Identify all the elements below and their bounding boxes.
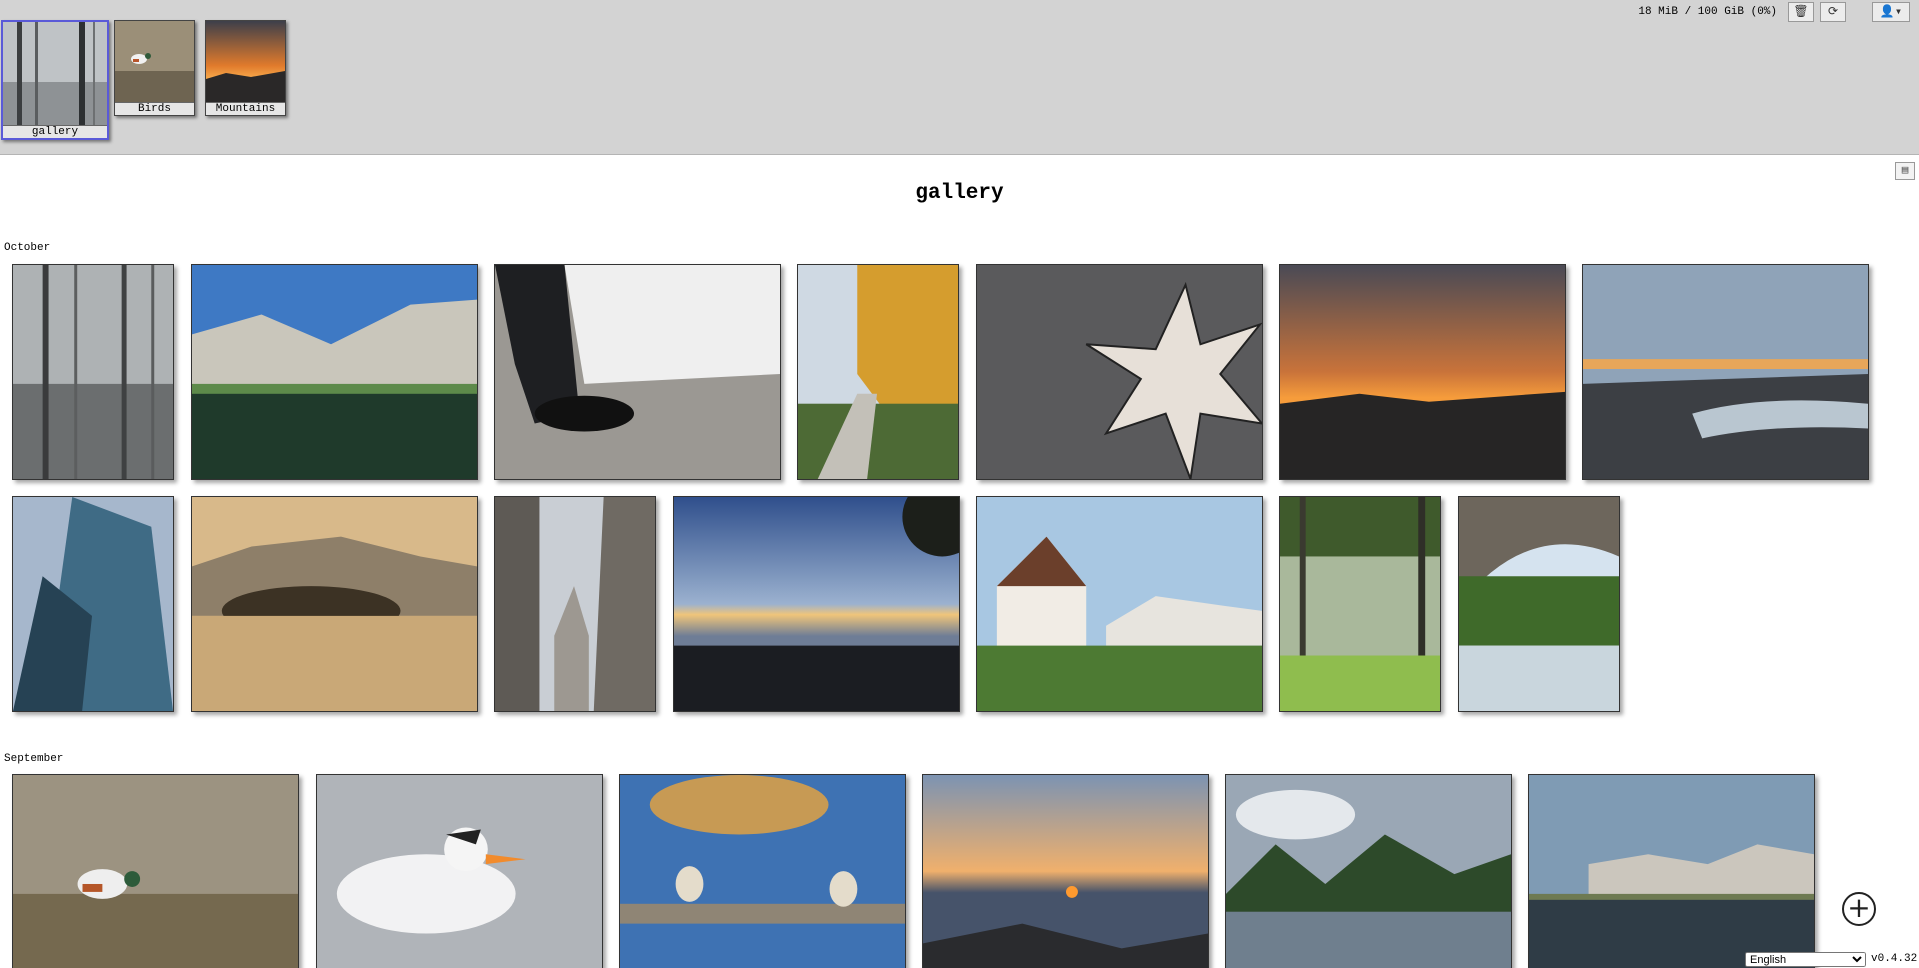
album-label: gallery bbox=[3, 125, 107, 138]
photo-thumbnail[interactable] bbox=[12, 496, 174, 712]
photo-thumbnail[interactable] bbox=[1582, 264, 1869, 480]
add-photo-button[interactable]: + bbox=[1842, 892, 1876, 926]
photo-thumbnail[interactable] bbox=[976, 496, 1263, 712]
photo-image bbox=[977, 497, 1262, 711]
photo-thumbnail[interactable] bbox=[1458, 496, 1620, 712]
photo-thumbnail[interactable] bbox=[12, 264, 174, 480]
album-thumbnail bbox=[206, 21, 285, 102]
photo-image bbox=[1280, 265, 1565, 479]
album-label: Mountains bbox=[206, 102, 285, 115]
album-gallery[interactable]: gallery bbox=[1, 20, 109, 140]
refresh-icon: ⟳ bbox=[1827, 5, 1839, 19]
album-mountains[interactable]: Mountains bbox=[205, 20, 286, 116]
album-bar: gallery Birds Mountains 18 MiB / 100 GiB… bbox=[0, 0, 1919, 155]
photo-thumbnail[interactable] bbox=[1528, 774, 1815, 968]
photo-image bbox=[1529, 775, 1814, 968]
photo-image bbox=[798, 265, 958, 479]
album-list: gallery Birds Mountains bbox=[0, 20, 286, 140]
photo-image bbox=[620, 775, 905, 968]
photo-thumbnail[interactable] bbox=[619, 774, 906, 968]
photo-thumbnail[interactable] bbox=[976, 264, 1263, 480]
panel-icon: ▤ bbox=[1901, 165, 1909, 177]
photo-thumbnail[interactable] bbox=[494, 496, 656, 712]
photo-thumbnail[interactable] bbox=[191, 496, 478, 712]
photo-thumbnail[interactable] bbox=[494, 264, 781, 480]
gallery-view: ▤ gallery October September bbox=[0, 156, 1919, 968]
user-menu-button[interactable]: 👤▾ bbox=[1872, 2, 1910, 22]
trash-icon: 🗑 bbox=[1793, 5, 1809, 19]
app-version: v0.4.32 bbox=[1871, 953, 1918, 965]
photo-thumbnail[interactable] bbox=[922, 774, 1209, 968]
photo-image bbox=[192, 265, 477, 479]
photo-image bbox=[1280, 497, 1440, 711]
photo-thumbnail[interactable] bbox=[1279, 264, 1566, 480]
photo-thumbnail[interactable] bbox=[316, 774, 603, 968]
page-title: gallery bbox=[915, 182, 1004, 205]
album-thumbnail bbox=[115, 21, 194, 102]
album-birds[interactable]: Birds bbox=[114, 20, 195, 116]
photo-image bbox=[317, 775, 602, 968]
photo-thumbnail[interactable] bbox=[673, 496, 960, 712]
user-icon: 👤▾ bbox=[1879, 5, 1903, 19]
photo-image bbox=[1459, 497, 1619, 711]
panel-toggle-button[interactable]: ▤ bbox=[1895, 162, 1915, 180]
photo-image bbox=[13, 775, 298, 968]
trash-button[interactable]: 🗑 bbox=[1788, 2, 1814, 22]
photo-image bbox=[495, 265, 780, 479]
month-header-september: September bbox=[4, 753, 64, 765]
photo-image bbox=[495, 497, 655, 711]
photo-thumbnail[interactable] bbox=[1279, 496, 1441, 712]
photo-image bbox=[977, 265, 1262, 479]
language-select[interactable]: English bbox=[1745, 952, 1866, 967]
album-label: Birds bbox=[115, 102, 194, 115]
storage-quota: 18 MiB / 100 GiB (0%) bbox=[1638, 6, 1777, 18]
plus-icon: + bbox=[1847, 891, 1871, 924]
photo-image bbox=[923, 775, 1208, 968]
photo-image bbox=[1226, 775, 1511, 968]
album-thumbnail bbox=[3, 22, 107, 125]
photo-image bbox=[13, 497, 173, 711]
photo-image bbox=[674, 497, 959, 711]
photo-image bbox=[1583, 265, 1868, 479]
photo-image bbox=[192, 497, 477, 711]
photo-thumbnail[interactable] bbox=[1225, 774, 1512, 968]
month-header-october: October bbox=[4, 242, 51, 254]
refresh-button[interactable]: ⟳ bbox=[1820, 2, 1846, 22]
photo-thumbnail[interactable] bbox=[12, 774, 299, 968]
photo-thumbnail[interactable] bbox=[797, 264, 959, 480]
photo-image bbox=[13, 265, 173, 479]
photo-thumbnail[interactable] bbox=[191, 264, 478, 480]
